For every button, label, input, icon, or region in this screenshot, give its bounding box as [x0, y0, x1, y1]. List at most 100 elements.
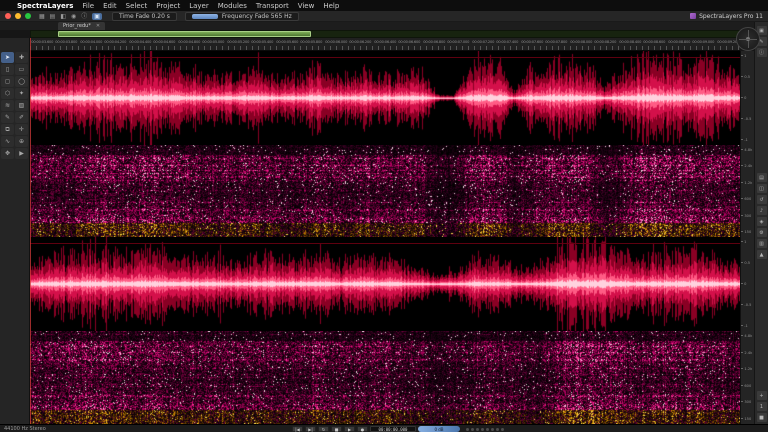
- heal-tool[interactable]: ✛: [15, 124, 28, 135]
- snapshot-icon[interactable]: ◉: [71, 13, 76, 20]
- scale-label: 1.2k: [744, 366, 752, 371]
- status-bar: 44100 Hz Stereo |◀▶|↻■▶● 00:00:00.000 0 …: [0, 424, 768, 432]
- magic-wand-tool[interactable]: ✦: [15, 88, 28, 99]
- time-selection-tool[interactable]: ▯: [1, 64, 14, 75]
- panel-info-icon[interactable]: ⓘ: [757, 48, 767, 57]
- ruler-timestamp: 00:00:05.000: [203, 39, 225, 44]
- menu-help[interactable]: Help: [323, 2, 339, 10]
- stop-button[interactable]: ■: [331, 426, 342, 432]
- hand-tool[interactable]: ✥: [1, 148, 14, 159]
- display-grid-icon[interactable]: ▦: [39, 13, 45, 20]
- app-menu[interactable]: SpectraLayers: [17, 2, 73, 10]
- clone-stamp-tool[interactable]: ⧉: [1, 124, 14, 135]
- output-level-meter[interactable]: 0 dB: [418, 426, 460, 432]
- ruler-timestamp: 00:00:07.400: [496, 39, 518, 44]
- move-tool[interactable]: ✚: [15, 52, 28, 63]
- menu-modules[interactable]: Modules: [218, 2, 247, 10]
- time-fade-field[interactable]: Time Fade 0.20 s: [112, 12, 177, 21]
- record-button[interactable]: ●: [357, 426, 368, 432]
- playhead-cursor[interactable]: [30, 38, 31, 424]
- channels-panel-icon[interactable]: ◫: [757, 184, 767, 193]
- settings-panel-icon[interactable]: ⚙: [757, 228, 767, 237]
- playback-time-display[interactable]: 00:00:00.000: [370, 426, 416, 432]
- eraser-tool[interactable]: ▨: [15, 100, 28, 111]
- scale-tick: [741, 401, 743, 402]
- scale-label: -0.5: [744, 116, 751, 121]
- app-logo-icon: [690, 13, 696, 19]
- harmonic-selection-tool[interactable]: ≋: [1, 100, 14, 111]
- menu-layer[interactable]: Layer: [189, 2, 209, 10]
- spectrum-panel-icon[interactable]: ▲: [757, 250, 767, 259]
- loop-button[interactable]: ↻: [318, 426, 329, 432]
- transform-tool[interactable]: ➤: [1, 52, 14, 63]
- speaker-icon[interactable]: ◧: [60, 13, 66, 20]
- scale-label: 0: [744, 281, 746, 286]
- menu-edit[interactable]: Edit: [103, 2, 117, 10]
- scale-tick: [741, 149, 743, 150]
- stop-display-icon[interactable]: ■: [757, 413, 767, 422]
- spectrogram-band-left[interactable]: [30, 145, 740, 237]
- pencil-tool[interactable]: ✎: [1, 112, 14, 123]
- zoom-tool[interactable]: ⊕: [15, 136, 28, 147]
- info-icon[interactable]: ⓘ: [81, 13, 87, 20]
- meter-panel-icon[interactable]: ▥: [757, 239, 767, 248]
- lasso-selection-tool[interactable]: ⬡: [1, 88, 14, 99]
- playback-tool[interactable]: ▶: [15, 148, 28, 159]
- level-led: [496, 428, 499, 431]
- waveform-display-left-channel[interactable]: [30, 51, 740, 145]
- frequency-fade-slider[interactable]: [192, 14, 218, 19]
- ruler-timestamp: 00:00:09.000: [692, 39, 714, 44]
- layers-panel-icon[interactable]: ▤: [757, 173, 767, 182]
- tab-close-icon[interactable]: ✕: [96, 23, 100, 29]
- history-panel-icon[interactable]: ↺: [757, 195, 767, 204]
- go-to-start-button[interactable]: |◀: [292, 426, 303, 432]
- menu-select[interactable]: Select: [126, 2, 148, 10]
- layer-number-badge[interactable]: 1: [757, 402, 767, 411]
- zoom-window-button[interactable]: [25, 13, 31, 19]
- waveform-band-right[interactable]: [30, 237, 740, 331]
- menu-transport[interactable]: Transport: [256, 2, 289, 10]
- spectrogram-display-left-channel[interactable]: [30, 145, 740, 237]
- waveform-band-left[interactable]: [30, 51, 740, 145]
- spectrogram-display-right-channel[interactable]: [30, 331, 740, 424]
- navigation-wheel[interactable]: [736, 27, 760, 51]
- clip-marker-line: [30, 243, 740, 244]
- frequency-fade-field[interactable]: Frequency Fade 565 Hz: [185, 12, 299, 21]
- play-button[interactable]: ▶: [344, 426, 355, 432]
- scale-tick: [741, 262, 743, 263]
- menu-file[interactable]: File: [82, 2, 94, 10]
- frequency-scale-right: 4.8k2.4k1.2k600300150: [741, 331, 755, 424]
- menu-view[interactable]: View: [298, 2, 315, 10]
- rectangle-selection-tool[interactable]: ◻: [1, 76, 14, 87]
- scale-label: 600: [744, 196, 751, 201]
- menu-project[interactable]: Project: [156, 2, 180, 10]
- ruler-timestamp: 00:00:04.800: [178, 39, 200, 44]
- minimize-window-button[interactable]: [15, 13, 21, 19]
- ruler-ticks: [30, 46, 740, 50]
- close-window-button[interactable]: [5, 13, 11, 19]
- overview-viewport-handle[interactable]: [58, 31, 311, 37]
- audio-panel-icon[interactable]: ♪: [757, 206, 767, 215]
- waveform-display-right-channel[interactable]: [30, 237, 740, 331]
- active-tool-icon[interactable]: ▣: [92, 13, 102, 20]
- ellipse-selection-tool[interactable]: ◯: [15, 76, 28, 87]
- document-tab[interactable]: Prior_redu* ✕: [58, 22, 105, 30]
- amplify-tool[interactable]: ∿: [1, 136, 14, 147]
- scale-label: 2.4k: [744, 350, 752, 355]
- ruler-timestamp: 00:00:08.800: [668, 39, 690, 44]
- ruler-timestamp: 00:00:08.200: [594, 39, 616, 44]
- time-ruler[interactable]: 00:00:03.60000:00:03.80000:00:04.00000:0…: [30, 38, 740, 51]
- brush-tool[interactable]: ✐: [15, 112, 28, 123]
- scale-label: 600: [744, 383, 751, 388]
- save-icon[interactable]: ▤: [50, 13, 56, 20]
- level-led: [476, 428, 479, 431]
- play-from-start-button[interactable]: ▶|: [305, 426, 316, 432]
- timeline-overview-bar[interactable]: [30, 30, 740, 38]
- spectrogram-band-right[interactable]: [30, 331, 740, 424]
- window-title-text: SpectraLayers Pro 11: [699, 13, 763, 20]
- scale-tick: [741, 231, 743, 232]
- ruler-timestamp: 00:00:05.600: [276, 39, 298, 44]
- markers-panel-icon[interactable]: ◈: [757, 217, 767, 226]
- zoom-in-icon[interactable]: +: [757, 391, 767, 400]
- frequency-selection-tool[interactable]: ▭: [15, 64, 28, 75]
